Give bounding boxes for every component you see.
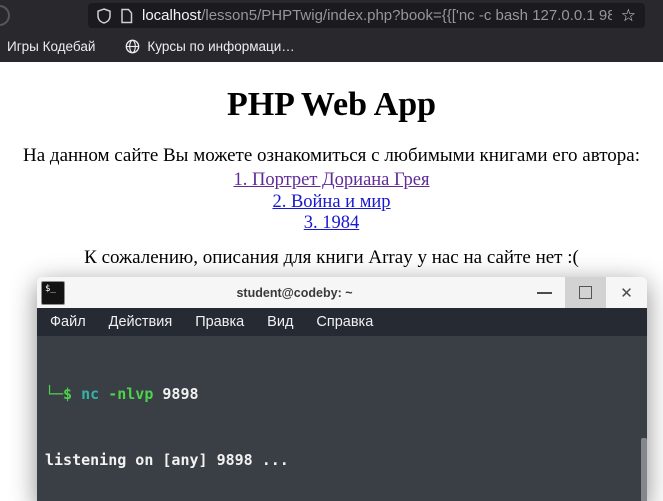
close-button[interactable]: ✕ <box>606 277 647 308</box>
window-controls: ✕ <box>524 277 647 308</box>
book-link-3[interactable]: 3. 1984 <box>0 213 663 235</box>
terminal-prompt-line: └─$ nc -nlvp 9898 <box>45 383 647 405</box>
browser-chrome: localhost/lesson5/PHPTwig/index.php?book… <box>0 0 663 62</box>
terminal-title: student@codeby: ~ <box>236 285 353 300</box>
shell-prompt: └─$ <box>45 385 73 403</box>
menu-item-view[interactable]: Вид <box>267 314 293 330</box>
shield-permissions-icon[interactable] <box>97 7 111 24</box>
terminal-scrollbar-thumb[interactable] <box>641 438 647 501</box>
terminal-menubar: Файл Действия Правка Вид Справка <box>37 308 647 336</box>
page-title: PHP Web App <box>226 86 437 123</box>
terminal-output[interactable]: └─$ nc -nlvp 9898 listening on [any] 989… <box>37 336 647 501</box>
book-links: 1. Портрет Дориана Грея 2. Война и мир 3… <box>0 170 663 235</box>
url-path: /lesson5/PHPTwig/index.php?book={{['nc -… <box>201 7 612 24</box>
url-host: localhost <box>142 7 202 24</box>
menu-item-edit[interactable]: Правка <box>195 314 244 330</box>
bookmark-star-icon[interactable]: ☆ <box>621 7 636 24</box>
bookmark-label: Курсы по информаци… <box>147 39 295 54</box>
globe-icon <box>126 39 140 54</box>
book-link-1[interactable]: 1. Портрет Дориана Грея <box>0 170 663 192</box>
menu-item-help[interactable]: Справка <box>316 314 373 330</box>
toolbar-partial-icon <box>0 5 10 26</box>
page-intro: На данном сайте Вы можете ознакомиться с… <box>23 145 640 166</box>
shell-value: 9898 <box>153 385 199 403</box>
bookmarks-bar: Игры Кодебай Курсы по информаци… <box>0 31 663 62</box>
menu-item-actions[interactable]: Действия <box>109 314 173 330</box>
terminal-titlebar[interactable]: $_ student@codeby: ~ ✕ <box>37 277 647 308</box>
page-info-icon[interactable] <box>120 8 133 24</box>
bookmark-label: Игры Кодебай <box>7 39 96 54</box>
maximize-button[interactable] <box>565 277 606 308</box>
menu-item-file[interactable]: Файл <box>50 314 86 330</box>
terminal-window: $_ student@codeby: ~ ✕ Файл Действия Пра… <box>37 277 647 501</box>
bookmark-item-codeby-games[interactable]: Игры Кодебай <box>7 39 95 54</box>
book-link-2[interactable]: 2. Война и мир <box>0 192 663 214</box>
bookmark-item-infosec-courses[interactable]: Курсы по информаци… <box>125 39 295 54</box>
screen: localhost/lesson5/PHPTwig/index.php?book… <box>0 0 663 501</box>
shell-args: -nlvp <box>99 385 154 403</box>
page-message: К сожалению, описания для книги Array у … <box>84 246 579 268</box>
browser-toolbar: localhost/lesson5/PHPTwig/index.php?book… <box>0 0 663 31</box>
terminal-app-icon: $_ <box>41 280 65 305</box>
terminal-line: listening on [any] 9898 ... <box>45 451 289 469</box>
minimize-button[interactable] <box>524 277 565 308</box>
url-field[interactable]: localhost/lesson5/PHPTwig/index.php?book… <box>88 3 645 28</box>
shell-command: nc <box>72 385 100 403</box>
url-text[interactable]: localhost/lesson5/PHPTwig/index.php?book… <box>142 7 612 24</box>
